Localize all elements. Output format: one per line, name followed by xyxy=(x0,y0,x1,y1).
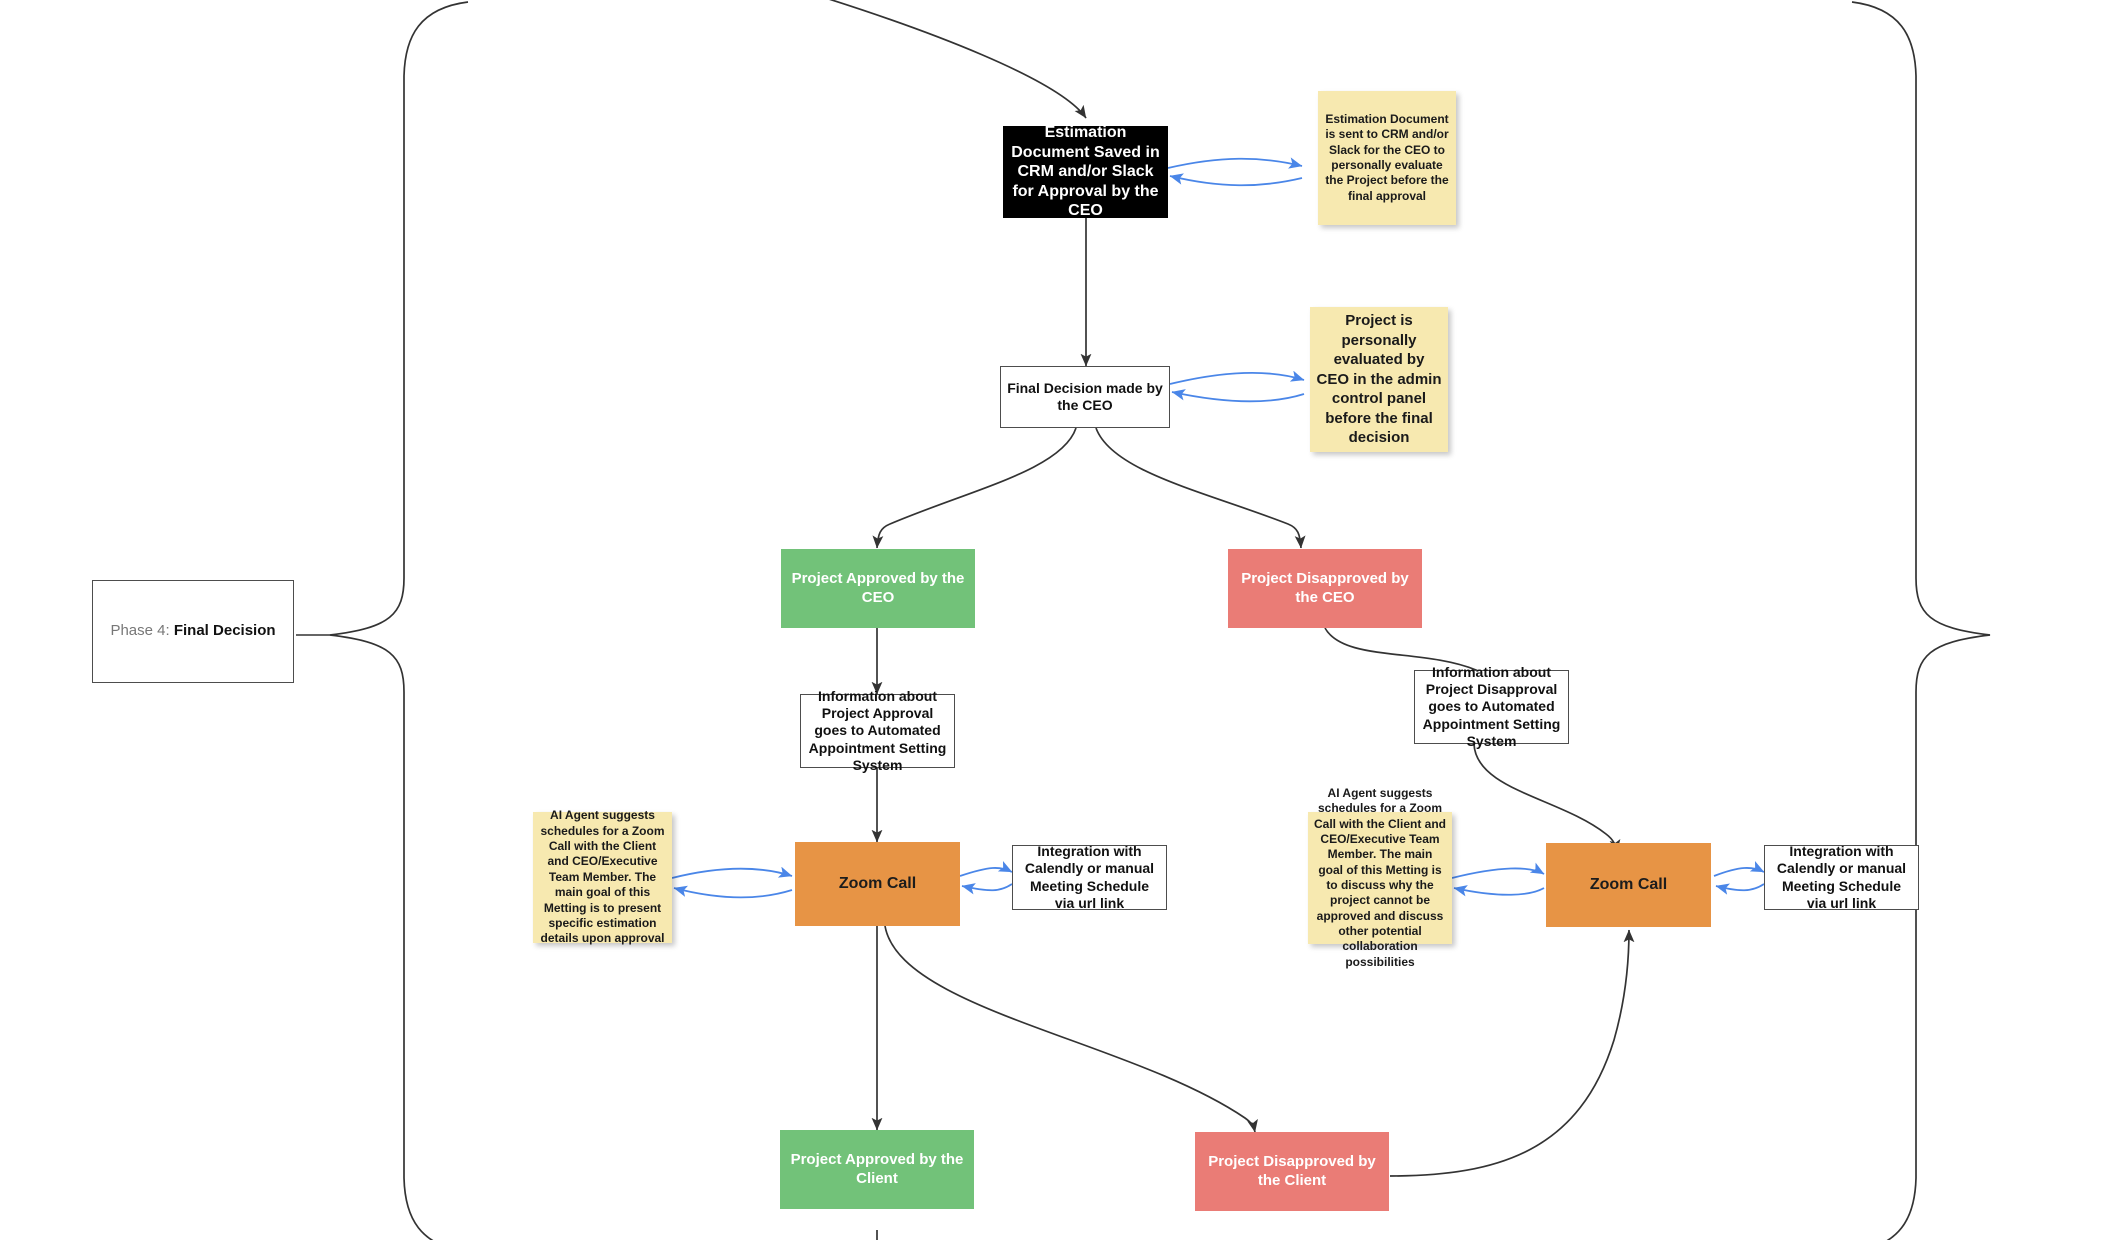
node-project-approved-by-client-label: Project Approved by the Client xyxy=(790,1151,964,1187)
link-final-decision-note xyxy=(1169,370,1305,385)
flowchart-canvas: Phase 4: Final Decision Estimation Docum… xyxy=(0,0,2124,1240)
node-estimation-document-saved-label: Estimation Document Saved in CRM and/or … xyxy=(1011,124,1160,220)
phase-label-box: Phase 4: Final Decision xyxy=(92,580,294,683)
link-note-zoom-right xyxy=(1451,862,1545,879)
node-final-decision-made-by-ceo-label: Final Decision made by the CEO xyxy=(1007,379,1163,413)
node-zoom-call-disapproved[interactable]: Zoom Call xyxy=(1546,843,1711,927)
edge-incoming-to-estimation-doc xyxy=(828,0,1087,119)
node-project-disapproved-by-client[interactable]: Project Disapproved by the Client xyxy=(1195,1132,1389,1211)
link-note-zoom-left xyxy=(671,866,793,879)
edge-final-decision-to-approved xyxy=(872,427,1077,549)
edge-final-decision-to-disapproved xyxy=(1095,427,1306,549)
node-info-about-project-disapproval-label: Information about Project Disapproval go… xyxy=(1422,664,1561,749)
node-info-about-project-disapproval[interactable]: Information about Project Disapproval go… xyxy=(1414,664,1569,749)
node-project-disapproved-by-client-label: Project Disapproved by the Client xyxy=(1208,1153,1376,1189)
node-zoom-call-approved[interactable]: Zoom Call xyxy=(795,842,960,926)
sticky-note-zoom-call-disapproved[interactable]: AI Agent suggests schedules for a Zoom C… xyxy=(1308,786,1452,969)
edge-zoom-left-to-disapproved-client xyxy=(884,925,1258,1133)
sticky-note-zoom-call-approved[interactable]: AI Agent suggests schedules for a Zoom C… xyxy=(533,808,672,945)
sticky-note-final-decision-label: Project is personally evaluated by CEO i… xyxy=(1316,312,1442,447)
link-note-estimation-doc xyxy=(1169,173,1303,187)
sticky-note-zoom-call-disapproved-label: AI Agent suggests schedules for a Zoom C… xyxy=(1314,785,1447,969)
phase-label-prefix: Phase 4: xyxy=(110,622,174,640)
right-brace xyxy=(1851,1,1991,1240)
link-zoom-right-note xyxy=(1453,885,1545,897)
sticky-note-final-decision[interactable]: Project is personally evaluated by CEO i… xyxy=(1310,307,1448,452)
node-project-approved-by-client[interactable]: Project Approved by the Client xyxy=(780,1130,974,1209)
node-project-disapproved-by-ceo-label: Project Disapproved by the CEO xyxy=(1241,570,1409,606)
node-estimation-document-saved[interactable]: Estimation Document Saved in CRM and/or … xyxy=(1003,124,1168,220)
node-calendly-integration-disapproved[interactable]: Integration with Calendly or manual Meet… xyxy=(1764,843,1919,911)
link-estimation-doc-note xyxy=(1167,157,1303,169)
node-info-about-project-approval[interactable]: Information about Project Approval goes … xyxy=(800,688,955,773)
node-zoom-call-approved-label: Zoom Call xyxy=(838,875,917,893)
node-zoom-call-disapproved-label: Zoom Call xyxy=(1589,876,1668,894)
link-zoom-right-calendly xyxy=(1713,861,1765,877)
sticky-note-estimation-document-label: Estimation Document is sent to CRM and/o… xyxy=(1325,111,1449,203)
node-calendly-integration-disapproved-label: Integration with Calendly or manual Meet… xyxy=(1776,843,1907,911)
node-calendly-integration-approved[interactable]: Integration with Calendly or manual Meet… xyxy=(1012,843,1167,911)
phase-label-name: Final Decision xyxy=(173,622,276,640)
node-info-about-project-approval-label: Information about Project Approval goes … xyxy=(808,688,947,773)
node-final-decision-made-by-ceo[interactable]: Final Decision made by the CEO xyxy=(1000,366,1170,428)
link-note-final-decision xyxy=(1171,389,1305,403)
sticky-note-zoom-call-approved-label: AI Agent suggests schedules for a Zoom C… xyxy=(540,808,665,946)
link-zoom-left-calendly xyxy=(959,861,1013,877)
link-calendly-zoom-left xyxy=(961,883,1013,895)
edge-info-disapproval-to-zoom-right xyxy=(1473,743,1621,853)
node-project-approved-by-ceo[interactable]: Project Approved by the CEO xyxy=(781,549,975,628)
node-project-disapproved-by-ceo[interactable]: Project Disapproved by the CEO xyxy=(1228,549,1422,628)
link-calendly-zoom-right xyxy=(1715,883,1765,895)
node-project-approved-by-ceo-label: Project Approved by the CEO xyxy=(791,570,965,606)
left-brace xyxy=(329,1,469,1240)
node-calendly-integration-approved-label: Integration with Calendly or manual Meet… xyxy=(1024,843,1155,911)
link-zoom-left-note xyxy=(673,885,793,899)
sticky-note-estimation-document[interactable]: Estimation Document is sent to CRM and/o… xyxy=(1318,91,1456,225)
